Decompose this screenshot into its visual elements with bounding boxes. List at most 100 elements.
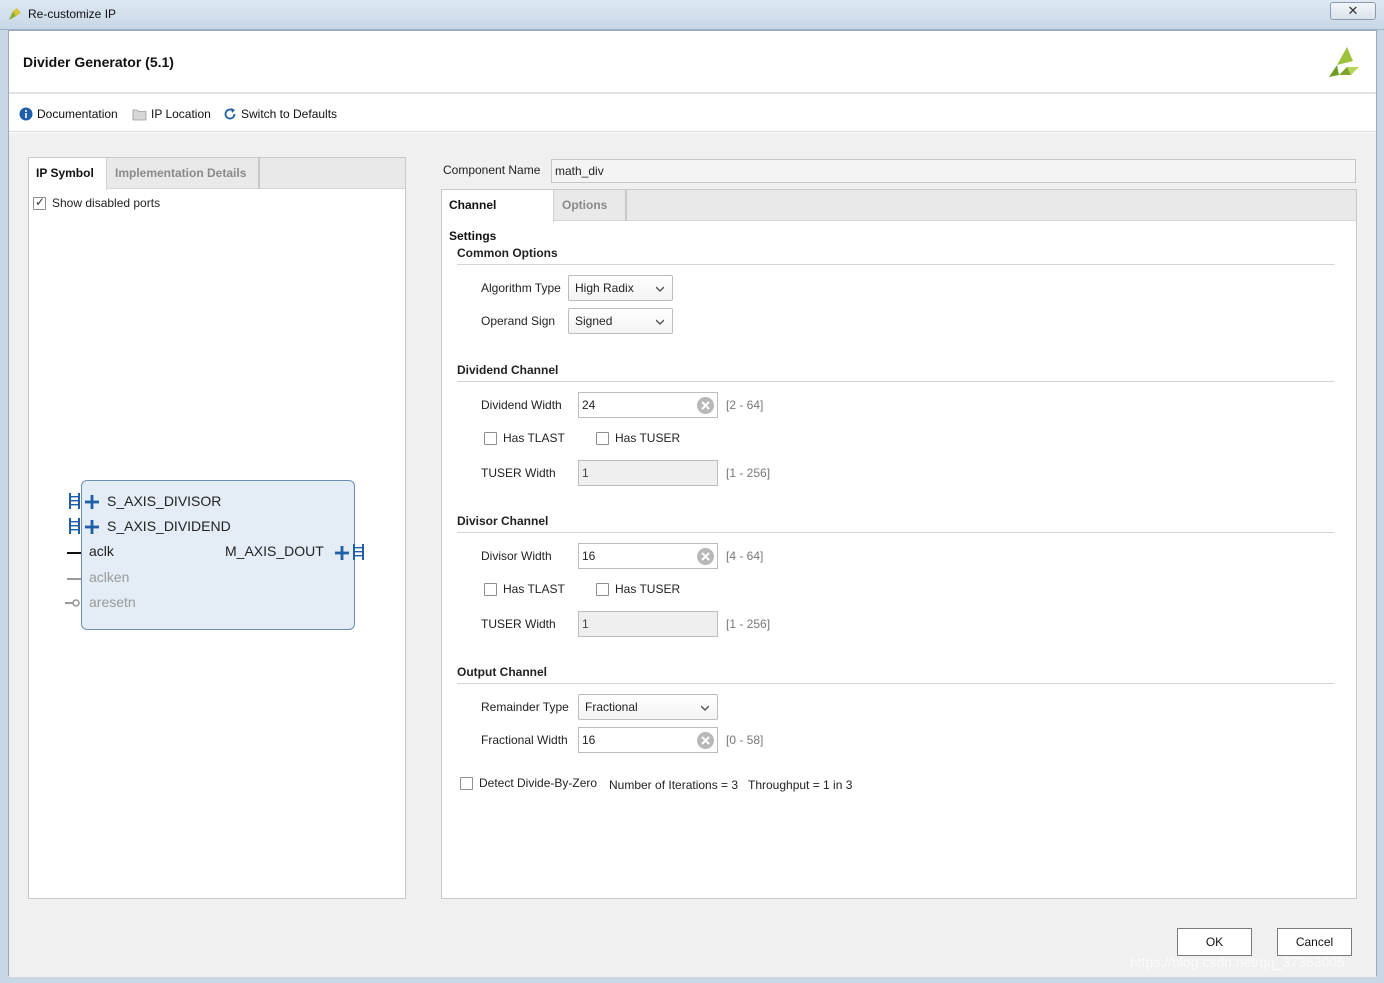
divisor-width-label: Divisor Width	[481, 549, 552, 563]
ip-location-button[interactable]: IP Location	[132, 106, 211, 122]
remainder-type-label: Remainder Type	[481, 700, 569, 714]
algorithm-type-select[interactable]: High Radix	[568, 275, 673, 301]
component-name-row: Component Name math_div	[441, 157, 1357, 183]
divisor-has-tuser-row[interactable]: Has TUSER	[596, 582, 680, 596]
divisor-has-tlast-checkbox[interactable]	[484, 582, 497, 596]
fractional-width-range: [0 - 58]	[726, 733, 764, 747]
dialog-header: Divider Generator (5.1)	[9, 31, 1376, 94]
dialog-body: IP Symbol Implementation Details Show di…	[9, 133, 1376, 977]
show-disabled-ports-label: Show disabled ports	[52, 196, 161, 210]
ip-location-label: IP Location	[151, 107, 211, 121]
iterations-info: Number of Iterations = 3	[609, 778, 739, 792]
active-low-pin-icon	[65, 599, 80, 607]
documentation-label: Documentation	[37, 107, 118, 121]
tab-implementation-details[interactable]: Implementation Details	[108, 158, 260, 189]
ip-symbol-diagram: S_AXIS_DIVISOR S_AXIS_DIVIDEND aclk M_AX…	[59, 480, 379, 640]
ok-button[interactable]: OK	[1177, 928, 1252, 956]
algorithm-type-label: Algorithm Type	[481, 281, 561, 295]
port-m-axis-dout: M_AXIS_DOUT	[225, 543, 324, 559]
switch-to-defaults-button[interactable]: Switch to Defaults	[223, 106, 337, 122]
port-s-axis-dividend: S_AXIS_DIVIDEND	[107, 518, 231, 534]
dividend-width-input[interactable]: 24	[578, 392, 718, 418]
generator-title: Divider Generator (5.1)	[23, 54, 174, 70]
dialog-window: Divider Generator (5.1) Documentation IP…	[8, 30, 1377, 977]
dividend-has-tuser-checkbox[interactable]	[596, 431, 609, 445]
settings-tabs: Channel Settings Options	[442, 190, 1356, 243]
detect-divide-by-zero-row[interactable]: Detect Divide-By-Zero	[460, 776, 597, 790]
section-divider	[457, 683, 1334, 684]
axis-bus-icon	[353, 544, 364, 560]
section-divider	[457, 532, 1334, 533]
component-name-label: Component Name	[443, 163, 541, 177]
dividend-tuser-width-label: TUSER Width	[481, 466, 556, 480]
plus-icon[interactable]	[85, 495, 99, 509]
port-aclk: aclk	[89, 543, 114, 559]
component-name-input[interactable]: math_div	[551, 159, 1356, 183]
window-close-button[interactable]: ✕	[1330, 2, 1376, 20]
dividend-channel-title: Dividend Channel	[457, 363, 559, 377]
chevron-down-icon	[656, 319, 664, 325]
clear-icon[interactable]	[696, 547, 715, 566]
divisor-has-tlast-row[interactable]: Has TLAST	[484, 582, 565, 596]
show-disabled-ports-row[interactable]: Show disabled ports	[33, 195, 161, 210]
window-title: Re-customize IP	[28, 7, 117, 21]
ip-symbol-panel: IP Symbol Implementation Details Show di…	[28, 157, 406, 899]
ip-toolbar: Documentation IP Location Switch to Defa…	[9, 96, 1376, 132]
left-panel-tabs: IP Symbol Implementation Details	[29, 158, 405, 190]
chevron-down-icon	[656, 286, 664, 292]
output-channel-title: Output Channel	[457, 665, 547, 679]
divisor-tuser-width-label: TUSER Width	[481, 617, 556, 631]
section-divider	[457, 381, 1334, 382]
switch-to-defaults-label: Switch to Defaults	[241, 107, 338, 121]
detect-divide-by-zero-label: Detect Divide-By-Zero	[479, 776, 598, 790]
plus-icon[interactable]	[85, 520, 99, 534]
dividend-has-tuser-row[interactable]: Has TUSER	[596, 431, 680, 445]
fractional-width-value: 16	[582, 733, 596, 747]
tab-options[interactable]: Options	[555, 190, 627, 221]
dividend-tuser-range: [1 - 256]	[726, 466, 771, 480]
window-titlebar: Re-customize IP ✕	[0, 0, 1384, 30]
divisor-channel-title: Divisor Channel	[457, 514, 549, 528]
refresh-icon	[224, 108, 236, 120]
dividend-has-tlast-checkbox[interactable]	[484, 431, 497, 445]
common-options-title: Common Options	[457, 246, 558, 260]
watermark-text: https://blog.csdn.net/qq_37363005	[1130, 954, 1345, 970]
remainder-type-select[interactable]: Fractional	[578, 694, 718, 720]
info-icon	[19, 107, 33, 121]
dividend-width-range: [2 - 64]	[726, 398, 764, 412]
algorithm-type-value: High Radix	[575, 281, 634, 295]
show-disabled-ports-checkbox[interactable]	[33, 195, 46, 210]
tab-ip-symbol[interactable]: IP Symbol	[29, 158, 107, 190]
tab-channel-settings[interactable]: Channel Settings	[442, 190, 554, 243]
fractional-width-label: Fractional Width	[481, 733, 568, 747]
cancel-button[interactable]: Cancel	[1277, 928, 1352, 956]
documentation-button[interactable]: Documentation	[19, 106, 118, 122]
axis-bus-icon	[69, 493, 80, 509]
dividend-width-label: Dividend Width	[481, 398, 562, 412]
aclken-pin-line	[67, 578, 81, 580]
dividend-has-tlast-row[interactable]: Has TLAST	[484, 431, 565, 445]
vivado-app-icon	[9, 8, 21, 20]
throughput-info: Throughput = 1 in 3	[748, 778, 853, 792]
clear-icon[interactable]	[696, 396, 715, 415]
port-s-axis-divisor: S_AXIS_DIVISOR	[107, 493, 222, 509]
dividend-has-tuser-label: Has TUSER	[615, 431, 681, 445]
detect-divide-by-zero-checkbox[interactable]	[460, 776, 473, 790]
folder-icon	[132, 109, 147, 120]
port-aclken: aclken	[89, 569, 130, 585]
operand-sign-select[interactable]: Signed	[568, 308, 673, 334]
plus-icon[interactable]	[335, 546, 349, 560]
divisor-width-value: 16	[582, 549, 596, 563]
configuration-panel: Component Name math_div Channel Settings…	[441, 157, 1357, 899]
divisor-width-input[interactable]: 16	[578, 543, 718, 569]
settings-box: Channel Settings Options Common Options …	[441, 189, 1357, 899]
section-divider	[457, 264, 1334, 265]
dividend-tuser-width-input: 1	[578, 460, 718, 486]
fractional-width-input[interactable]: 16	[578, 727, 718, 753]
remainder-type-value: Fractional	[585, 700, 638, 714]
divisor-has-tuser-checkbox[interactable]	[596, 582, 609, 596]
clear-icon[interactable]	[696, 731, 715, 750]
divisor-tuser-width-input: 1	[578, 611, 718, 637]
axis-bus-icon	[69, 518, 80, 534]
divisor-tuser-range: [1 - 256]	[726, 617, 771, 631]
